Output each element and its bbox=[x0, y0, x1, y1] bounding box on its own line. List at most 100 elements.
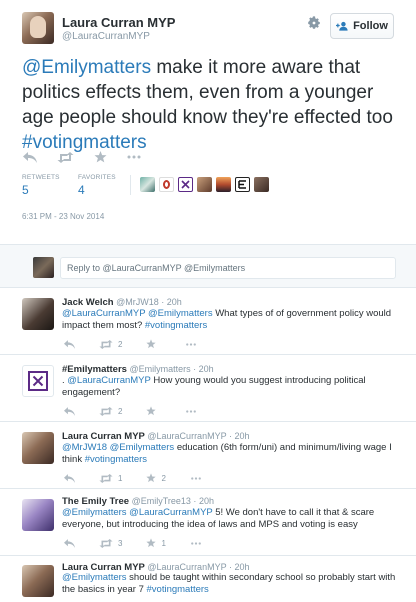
more-icon[interactable] bbox=[190, 541, 202, 545]
reply-header: Jack Welch @MrJW18 · 20h bbox=[62, 297, 182, 308]
favorite-icon[interactable] bbox=[146, 406, 157, 416]
author-name[interactable]: Laura Curran MYP bbox=[62, 15, 175, 30]
reply-time[interactable]: 20h bbox=[167, 297, 182, 307]
reply-avatar[interactable] bbox=[22, 365, 54, 397]
reply-icon[interactable] bbox=[64, 473, 75, 483]
reply-tweet[interactable]: Laura Curran MYP @LauraCurranMYP · 20h @… bbox=[0, 423, 416, 489]
reply-text: @MrJW18 @Emilymatters education (6th for… bbox=[62, 442, 402, 466]
ballot-box-icon bbox=[28, 371, 48, 391]
retweet-icon[interactable] bbox=[57, 151, 74, 163]
reply-text: @LauraCurranMYP @Emilymatters What types… bbox=[62, 308, 402, 332]
more-icon[interactable] bbox=[190, 476, 202, 480]
reply-avatar[interactable] bbox=[22, 565, 54, 597]
reply-tweet[interactable]: Laura Curran MYP @LauraCurranMYP · 20h @… bbox=[0, 557, 416, 602]
current-user-avatar bbox=[33, 257, 54, 278]
mention-link[interactable]: @Emilymatters bbox=[22, 57, 151, 78]
favorite-icon[interactable] bbox=[94, 151, 107, 163]
author-handle[interactable]: @LauraCurranMYP bbox=[62, 31, 150, 42]
reply-text: @Emilymatters should be taught within se… bbox=[62, 572, 402, 596]
author-avatar[interactable] bbox=[22, 12, 54, 44]
reply-time[interactable]: 20h bbox=[234, 562, 249, 572]
reply-time[interactable]: 20h bbox=[199, 364, 214, 374]
tweet-stats: RETWEETS 5 FAVORITES 4 bbox=[22, 174, 134, 197]
reply-avatar[interactable] bbox=[22, 499, 54, 531]
favorites-stat[interactable]: FAVORITES 4 bbox=[78, 174, 134, 197]
reply-author-name[interactable]: Jack Welch bbox=[62, 297, 114, 308]
reply-avatar[interactable] bbox=[22, 432, 54, 464]
follow-label: Follow bbox=[353, 20, 388, 32]
reply-header: Laura Curran MYP @LauraCurranMYP · 20h bbox=[62, 431, 249, 442]
more-icon[interactable] bbox=[185, 342, 197, 346]
gear-icon[interactable] bbox=[307, 16, 321, 30]
hashtag-link[interactable]: #votingmatters bbox=[147, 584, 209, 595]
reply-text: . @LauraCurranMYP How young would you su… bbox=[62, 375, 402, 399]
e-logo-icon bbox=[238, 180, 246, 189]
reply-author-handle[interactable]: @MrJW18 bbox=[116, 297, 159, 307]
reply-input[interactable]: Reply to @LauraCurranMYP @Emilymatters bbox=[60, 257, 396, 279]
hashtag-link[interactable]: #votingmatters bbox=[22, 132, 147, 153]
retweets-count: 5 bbox=[22, 183, 29, 197]
favorite-icon[interactable] bbox=[146, 339, 157, 349]
reply-icon[interactable] bbox=[64, 538, 75, 548]
main-tweet: Laura Curran MYP @LauraCurranMYP Follow … bbox=[0, 0, 416, 244]
reply-separator: · bbox=[161, 297, 165, 307]
reply-icon[interactable] bbox=[23, 151, 37, 163]
reply-header: #Emilymatters @Emilymatters · 20h bbox=[62, 364, 214, 375]
reply-time[interactable]: 20h bbox=[234, 431, 249, 441]
more-icon[interactable] bbox=[127, 155, 141, 159]
reply-tweet[interactable]: The Emily Tree @EmilyTree13 · 20h @Emily… bbox=[0, 490, 416, 556]
reply-box: Reply to @LauraCurranMYP @Emilymatters bbox=[0, 244, 416, 288]
follow-button[interactable]: Follow bbox=[330, 13, 394, 39]
retweet-icon[interactable] bbox=[99, 538, 113, 548]
tweet-actions bbox=[23, 151, 141, 163]
reply-text: @Emilymatters @LauraCurranMYP 5! We don'… bbox=[62, 507, 402, 531]
favoriter-avatars bbox=[140, 177, 269, 192]
tweet-text: @Emilymatters make it more aware that po… bbox=[22, 55, 407, 155]
hashtag-link[interactable]: #votingmatters bbox=[85, 454, 147, 465]
reply-author-name[interactable]: #Emilymatters bbox=[62, 364, 127, 375]
retweet-icon[interactable] bbox=[99, 339, 113, 349]
mention-link[interactable]: @Emilymatters bbox=[62, 572, 127, 583]
favoriter-avatar[interactable] bbox=[254, 177, 269, 192]
reply-author-handle[interactable]: @Emilymatters bbox=[129, 364, 190, 374]
more-icon[interactable] bbox=[185, 409, 197, 413]
mention-link[interactable]: @MrJW18 @Emilymatters bbox=[62, 442, 174, 453]
favoriter-avatar[interactable] bbox=[159, 177, 174, 192]
mention-link[interactable]: @Emilymatters @LauraCurranMYP bbox=[62, 507, 213, 518]
reply-author-handle[interactable]: @EmilyTree13 bbox=[132, 496, 191, 506]
reply-tweet[interactable]: #Emilymatters @Emilymatters · 20h . @Lau… bbox=[0, 356, 416, 422]
stats-divider bbox=[130, 175, 131, 195]
favorite-icon[interactable] bbox=[146, 538, 157, 548]
reply-actions: 1 2 bbox=[64, 473, 226, 483]
reply-icon[interactable] bbox=[64, 406, 75, 416]
reply-author-name[interactable]: Laura Curran MYP bbox=[62, 431, 145, 442]
reply-author-name[interactable]: The Emily Tree bbox=[62, 496, 129, 507]
retweet-icon[interactable] bbox=[99, 406, 113, 416]
tweet-timestamp[interactable]: 6:31 PM - 23 Nov 2014 bbox=[22, 212, 104, 221]
mention-link[interactable]: @LauraCurranMYP @Emilymatters bbox=[62, 308, 213, 319]
retweet-icon[interactable] bbox=[99, 473, 113, 483]
reply-separator: · bbox=[228, 562, 232, 572]
reply-actions: 3 1 bbox=[64, 538, 226, 548]
favoriter-avatar[interactable] bbox=[140, 177, 155, 192]
reply-time[interactable]: 20h bbox=[199, 496, 214, 506]
mention-link[interactable]: @LauraCurranMYP bbox=[67, 375, 150, 386]
favoriter-avatar[interactable] bbox=[216, 177, 231, 192]
favoriter-avatar[interactable] bbox=[178, 177, 193, 192]
x-mark-icon bbox=[181, 180, 190, 189]
reply-author-handle[interactable]: @LauraCurranMYP bbox=[147, 562, 226, 572]
reply-author-handle[interactable]: @LauraCurranMYP bbox=[147, 431, 226, 441]
favoriter-avatar[interactable] bbox=[235, 177, 250, 192]
favorite-count: 1 bbox=[161, 538, 166, 548]
reply-icon[interactable] bbox=[64, 339, 75, 349]
favoriter-avatar[interactable] bbox=[197, 177, 212, 192]
favorite-icon[interactable] bbox=[146, 473, 157, 483]
retweet-count: 2 bbox=[118, 339, 123, 349]
favorites-count: 4 bbox=[78, 183, 85, 197]
reply-separator: · bbox=[228, 431, 232, 441]
retweet-count: 2 bbox=[118, 406, 123, 416]
hashtag-link[interactable]: #votingmatters bbox=[145, 320, 207, 331]
reply-avatar[interactable] bbox=[22, 298, 54, 330]
retweets-stat[interactable]: RETWEETS 5 bbox=[22, 174, 78, 197]
reply-tweet[interactable]: Jack Welch @MrJW18 · 20h @LauraCurranMYP… bbox=[0, 289, 416, 355]
